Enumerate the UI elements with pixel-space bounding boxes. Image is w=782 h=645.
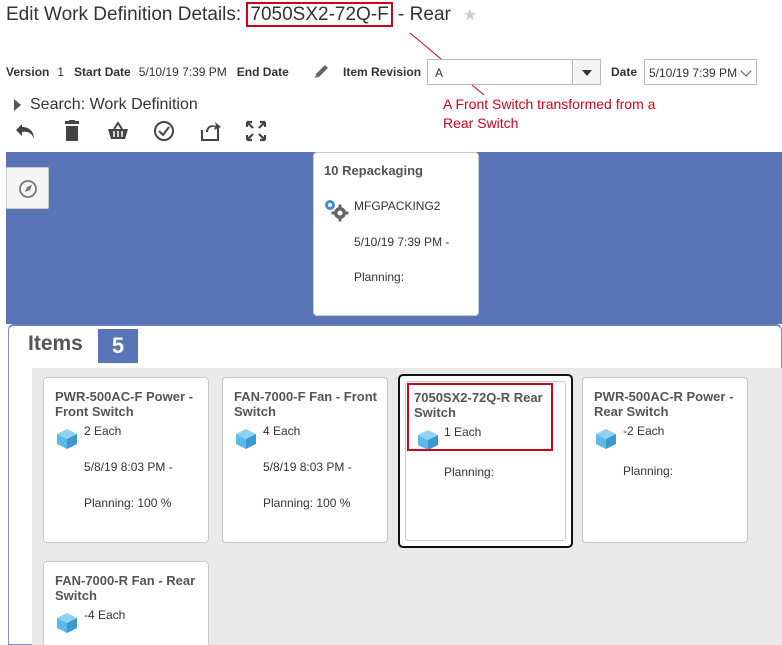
item-quantity: 2 Each xyxy=(84,424,122,438)
search-label: Search: Work Definition xyxy=(30,96,198,113)
title-item-highlight: 7050SX2-72Q-F xyxy=(246,2,393,27)
refresh-icon[interactable] xyxy=(198,119,222,143)
version-label: Version xyxy=(6,65,50,79)
title-suffix: - Rear xyxy=(392,4,451,25)
checkmark-icon[interactable] xyxy=(152,119,176,143)
gears-icon xyxy=(323,198,351,227)
favorite-star-icon[interactable]: ★ xyxy=(463,7,477,24)
cube-icon xyxy=(56,428,78,455)
undo-icon[interactable] xyxy=(14,119,38,143)
item-date: 5/8/19 8:03 PM - xyxy=(263,460,352,474)
highlight-box xyxy=(407,383,553,451)
version-row: Version 1 Start Date 5/10/19 7:39 PM End… xyxy=(6,65,289,79)
annotation-text: A Front Switch transformed from a Rear S… xyxy=(443,96,656,131)
basket-icon[interactable] xyxy=(106,119,130,143)
items-count-badge: 5 xyxy=(98,329,138,363)
operation-card[interactable]: 10 Repackaging MFGPACKING2 5/10/19 7:39 … xyxy=(313,152,479,316)
start-date-value: 5/10/19 7:39 PM xyxy=(138,65,227,79)
item-revision-value: A xyxy=(435,66,444,80)
item-card[interactable]: PWR-500AC-F Power - Front Switch 2 Each … xyxy=(43,377,209,543)
item-revision-label: Item Revision xyxy=(343,65,422,79)
end-date-label: End Date xyxy=(236,65,289,79)
page-title: Edit Work Definition Details: 7050SX2-72… xyxy=(6,2,477,27)
operation-title: 10 Repackaging xyxy=(324,163,423,178)
fullscreen-icon[interactable] xyxy=(244,119,268,143)
item-revision-select[interactable]: A xyxy=(427,59,601,85)
date-value: 5/10/19 7:39 PM xyxy=(649,66,738,80)
item-planning: Planning: xyxy=(444,465,495,479)
operation-date: 5/10/19 7:39 PM - xyxy=(354,235,450,249)
compass-button[interactable] xyxy=(6,167,49,209)
version-value: 1 xyxy=(57,65,65,79)
cube-icon xyxy=(235,428,257,455)
operation-planning: Planning: xyxy=(354,270,405,284)
item-name: PWR-500AC-F Power - Front Switch xyxy=(55,389,193,419)
chevron-down-icon[interactable] xyxy=(740,65,752,77)
item-name: FAN-7000-F Fan - Front Switch xyxy=(234,389,378,419)
item-quantity: -4 Each xyxy=(84,608,126,622)
cube-icon xyxy=(56,612,78,639)
item-date: 5/8/19 8:03 PM - xyxy=(84,460,173,474)
title-prefix: Edit Work Definition Details: xyxy=(6,4,247,25)
date-label: Date xyxy=(611,65,638,79)
cube-icon xyxy=(595,428,617,455)
compass-icon xyxy=(19,180,37,198)
item-planning: Planning: 100 % xyxy=(84,496,172,510)
disclosure-triangle-icon xyxy=(14,99,21,111)
item-name: FAN-7000-R Fan - Rear Switch xyxy=(55,573,196,603)
toolbar xyxy=(14,119,290,143)
search-work-definition-toggle[interactable]: Search: Work Definition xyxy=(14,96,198,114)
item-name: PWR-500AC-R Power - Rear Switch xyxy=(594,389,734,419)
item-quantity: -2 Each xyxy=(623,424,665,438)
item-card[interactable]: PWR-500AC-R Power - Rear Switch -2 Each … xyxy=(582,377,748,543)
edit-pencil-icon[interactable] xyxy=(312,62,332,87)
delete-icon[interactable] xyxy=(60,119,84,143)
start-date-label: Start Date xyxy=(74,65,131,79)
item-card[interactable]: FAN-7000-F Fan - Front Switch 4 Each 5/8… xyxy=(222,377,388,543)
item-revision-dropdown-icon[interactable] xyxy=(572,60,600,84)
operation-code: MFGPACKING2 xyxy=(354,199,441,213)
item-quantity: 4 Each xyxy=(263,424,301,438)
items-title: Items xyxy=(28,332,83,355)
item-planning: Planning: 100 % xyxy=(263,496,351,510)
item-card[interactable]: FAN-7000-R Fan - Rear Switch -4 Each xyxy=(43,561,209,645)
item-planning: Planning: xyxy=(623,464,674,478)
date-select[interactable]: 5/10/19 7:39 PM xyxy=(644,59,757,85)
